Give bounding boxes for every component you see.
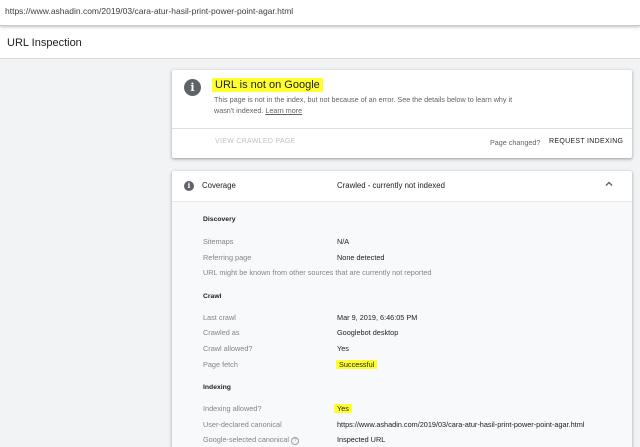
page-fetch-highlight: Successful bbox=[336, 360, 378, 369]
discovery-note: URL might be known from other sources th… bbox=[203, 268, 432, 277]
user-canonical-label: User-declared canonical bbox=[203, 420, 282, 429]
indexing-heading: Indexing bbox=[203, 384, 231, 391]
browser-address-bar[interactable]: https://www.ashadin.com/2019/03/cara-atu… bbox=[0, 0, 640, 26]
crawl-allowed-value: Yes bbox=[337, 344, 349, 353]
crawl-heading: Crawl bbox=[203, 293, 222, 300]
card-divider bbox=[172, 128, 632, 129]
page-fetch-value: Successful bbox=[336, 360, 378, 369]
page-header: URL Inspection bbox=[0, 26, 640, 59]
last-crawl-value: Mar 9, 2019, 6:46:05 PM bbox=[337, 313, 418, 322]
index-status-description: This page is not in the index, but not b… bbox=[214, 95, 514, 116]
last-crawl-label: Last crawl bbox=[203, 313, 236, 322]
crawled-as-value: Googlebot desktop bbox=[337, 328, 399, 337]
info-icon: i bbox=[184, 79, 201, 96]
status-description-text: This page is not in the index, but not b… bbox=[214, 95, 513, 115]
crawl-allowed-label: Crawl allowed? bbox=[203, 344, 253, 353]
crawled-as-label: Crawled as bbox=[203, 328, 240, 337]
view-crawled-page-button[interactable]: VIEW CRAWLED PAGE bbox=[215, 138, 296, 145]
referring-page-value: None detected bbox=[337, 253, 385, 262]
sitemaps-label: Sitemaps bbox=[203, 237, 234, 246]
google-canonical-label: Google-selected canonical? bbox=[203, 435, 299, 445]
index-status-card: i URL is not on Google This page is not … bbox=[172, 70, 632, 158]
user-canonical-value[interactable]: https://www.ashadin.com/2019/03/cara-atu… bbox=[337, 420, 584, 429]
google-canonical-label-text: Google-selected canonical bbox=[203, 435, 289, 444]
indexing-allowed-highlight: Yes bbox=[334, 404, 352, 413]
info-icon: i bbox=[184, 181, 194, 191]
referring-page-label: Referring page bbox=[203, 253, 252, 262]
coverage-label: Coverage bbox=[202, 181, 236, 190]
request-indexing-button[interactable]: REQUEST INDEXING bbox=[549, 138, 623, 145]
page-fetch-label: Page fetch bbox=[203, 360, 238, 369]
discovery-heading: Discovery bbox=[203, 216, 236, 223]
page-changed-label: Page changed? bbox=[490, 138, 541, 147]
google-canonical-value: Inspected URL bbox=[337, 435, 386, 444]
learn-more-link[interactable]: Learn more bbox=[265, 106, 302, 115]
sitemaps-value: N/A bbox=[337, 237, 350, 246]
help-icon[interactable]: ? bbox=[291, 437, 299, 445]
address-url: https://www.ashadin.com/2019/03/cara-atu… bbox=[5, 6, 294, 16]
indexing-allowed-value: Yes bbox=[334, 404, 352, 413]
index-status-title: URL is not on Google bbox=[212, 78, 323, 92]
chevron-up-icon[interactable] bbox=[604, 179, 614, 189]
coverage-card: i Coverage Crawled - currently not index… bbox=[172, 171, 632, 447]
indexing-allowed-label: Indexing allowed? bbox=[203, 404, 262, 413]
coverage-value: Crawled - currently not indexed bbox=[337, 181, 445, 190]
page-title: URL Inspection bbox=[7, 37, 82, 49]
coverage-details: Discovery Sitemaps N/A Referring page No… bbox=[172, 201, 632, 447]
